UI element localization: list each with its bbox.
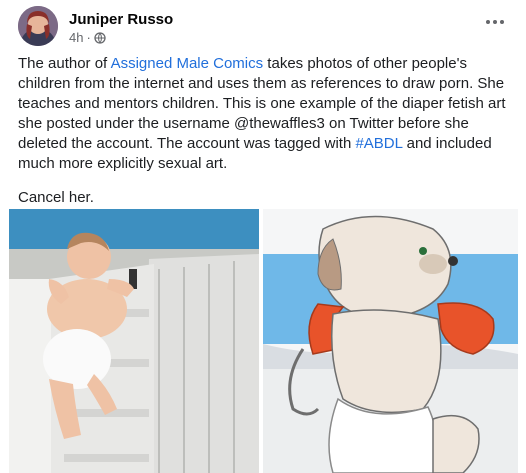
author-name[interactable]: Juniper Russo	[69, 11, 173, 28]
post-text: The author of Assigned Male Comics takes…	[18, 54, 508, 222]
post-meta: 4h ·	[69, 30, 106, 45]
text-segment: The author of	[18, 55, 111, 72]
more-options-icon[interactable]	[482, 12, 508, 32]
assigned-male-comics-link[interactable]: Assigned Male Comics	[111, 55, 264, 72]
facebook-post: Juniper Russo 4h · The author of Assigne…	[0, 0, 526, 473]
post-header: Juniper Russo 4h ·	[18, 6, 508, 48]
avatar[interactable]	[18, 6, 58, 46]
globe-icon	[94, 31, 106, 44]
post-paragraph-2: Cancel her.	[18, 189, 94, 206]
avatar-image	[18, 6, 58, 46]
baby-climbing-photo	[9, 209, 259, 473]
post-photos	[9, 209, 518, 473]
post-paragraph-1: The author of Assigned Male Comics takes…	[18, 54, 508, 174]
cartoon-drawing-photo	[263, 209, 518, 473]
photo-left[interactable]	[9, 209, 259, 473]
abdl-hashtag-link[interactable]: #ABDL	[355, 135, 402, 152]
post-time[interactable]: 4h	[69, 30, 83, 45]
photo-right[interactable]	[263, 209, 518, 473]
meta-separator: ·	[86, 30, 91, 45]
